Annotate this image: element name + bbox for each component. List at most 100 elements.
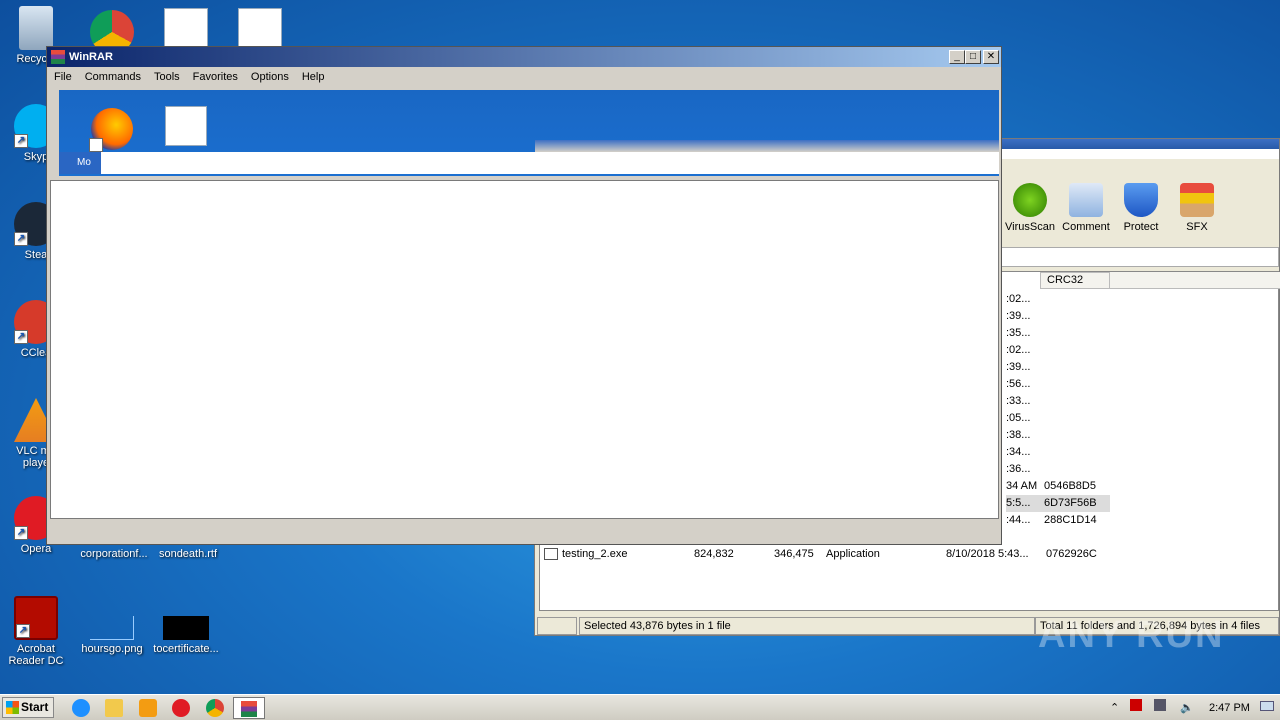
file-modified: 8/10/2018 5:43... <box>946 548 1029 560</box>
winrar-window[interactable]: WinRAR _ □ ✕ File Commands Tools Favorites O… <box>46 46 1002 545</box>
shortcut-arrow-icon: ↗ <box>14 526 28 540</box>
main-content-area[interactable] <box>50 180 999 519</box>
row-crc: 6D73F56B <box>1044 497 1097 509</box>
sfx-button[interactable]: SFX <box>1168 183 1226 233</box>
word-doc-icon[interactable] <box>164 8 208 48</box>
row-time: :44... <box>1006 514 1031 526</box>
menu-bar: File Commands Tools Favorites Options Help <box>47 67 1001 87</box>
comment-button[interactable]: Comment <box>1057 183 1115 233</box>
row-crc: 0546B8D5 <box>1044 480 1096 492</box>
table-row[interactable]: :02... <box>1006 291 1206 308</box>
table-row[interactable]: :39... <box>1006 359 1206 376</box>
chrome-icon[interactable] <box>206 699 224 717</box>
row-time: :34... <box>1006 446 1031 458</box>
taskbar: Start ⌃ 🔈 2:47 PM <box>0 694 1280 720</box>
stale-desktop-render: Mo <box>59 90 999 176</box>
status-selected: Selected 43,876 bytes in 1 file <box>579 617 1035 635</box>
comment-label: Comment <box>1062 221 1110 233</box>
show-desktop-icon[interactable] <box>1260 695 1278 720</box>
menu-favorites[interactable]: Favorites <box>186 67 244 87</box>
menu-commands[interactable]: Commands <box>78 67 147 87</box>
shield-icon <box>1124 183 1158 217</box>
table-row[interactable]: :44... 288C1D14 <box>1006 512 1206 529</box>
explorer-icon[interactable] <box>105 699 123 717</box>
table-row[interactable]: :35... <box>1006 325 1206 342</box>
table-row[interactable]: :02... <box>1006 342 1206 359</box>
row-time: 34 AM <box>1006 480 1038 492</box>
row-time: :05... <box>1006 412 1031 424</box>
minimize-button[interactable]: _ <box>949 50 965 64</box>
row-time: :39... <box>1006 310 1031 322</box>
network-warning-icon[interactable] <box>1130 695 1144 720</box>
ie-icon[interactable] <box>72 699 90 717</box>
crc32-column-header[interactable]: CRC32 <box>1040 272 1110 289</box>
inner-window-edge <box>535 140 999 152</box>
row-time: :36... <box>1006 463 1031 475</box>
window-title: WinRAR <box>69 51 113 63</box>
row-time: :02... <box>1006 293 1031 305</box>
sondeath-rtf-label: sondeath.rtf <box>158 548 218 560</box>
menu-file[interactable]: File <box>47 67 78 87</box>
menu-tools[interactable]: Tools <box>147 67 186 87</box>
winrar-logo-icon <box>51 50 65 64</box>
virusscan-icon <box>1013 183 1047 217</box>
file-type: Application <box>826 548 880 560</box>
row-time: :56... <box>1006 378 1031 390</box>
row-time: 5:5... <box>1006 497 1031 509</box>
shortcut-arrow-icon <box>89 138 103 152</box>
protect-button[interactable]: Protect <box>1112 183 1170 233</box>
comment-icon <box>1069 183 1103 217</box>
corporation-doc-icon[interactable]: corporationf... <box>74 548 154 560</box>
table-row[interactable]: 34 AM 0546B8D5 <box>1006 478 1206 495</box>
acrobat-icon[interactable]: ↗ Acrobat Reader DC <box>0 596 72 667</box>
file-size: 824,832 <box>694 548 734 560</box>
address-bar[interactable] <box>101 152 999 174</box>
media-player-icon[interactable] <box>139 699 157 717</box>
virusscan-button[interactable]: VirusScan <box>1001 183 1059 233</box>
winrar-taskbar-button[interactable] <box>233 697 265 719</box>
row-time: :02... <box>1006 344 1031 356</box>
close-button[interactable]: ✕ <box>983 50 999 64</box>
file-packed: 346,475 <box>774 548 814 560</box>
protect-label: Protect <box>1123 221 1159 233</box>
file-crc: 0762926C <box>1046 548 1097 560</box>
maximize-button[interactable]: □ <box>965 50 981 64</box>
row-time: :35... <box>1006 327 1031 339</box>
tray-expand-icon[interactable]: ⌃ <box>1110 695 1119 720</box>
virusscan-label: VirusScan <box>1005 221 1055 233</box>
volume-icon[interactable]: 🔈 <box>1180 695 1194 720</box>
bg-address-field[interactable] <box>1001 247 1279 267</box>
table-row[interactable]: :33... <box>1006 393 1206 410</box>
sondeath-rtf-icon[interactable]: sondeath.rtf <box>150 548 226 560</box>
table-row[interactable]: :34... <box>1006 444 1206 461</box>
tocertificate-icon[interactable]: tocertificate... <box>148 616 224 655</box>
menu-help[interactable]: Help <box>295 67 331 87</box>
tocertificate-label: tocertificate... <box>153 643 219 655</box>
table-row[interactable]: 5:5... 6D73F56B <box>1006 495 1206 512</box>
row-crc: 288C1D14 <box>1044 514 1097 526</box>
table-row[interactable]: :38... <box>1006 427 1206 444</box>
opera-icon[interactable] <box>172 699 190 717</box>
table-row[interactable]: :56... <box>1006 376 1206 393</box>
corporation-doc-label: corporationf... <box>80 548 148 560</box>
word-doc-icon[interactable] <box>238 8 282 48</box>
windows-logo-icon <box>6 701 19 714</box>
row-time: :38... <box>1006 429 1031 441</box>
shortcut-arrow-icon: ↗ <box>16 624 30 638</box>
hoursgo-png-icon[interactable]: hoursgo.png <box>74 616 150 655</box>
hoursgo-png-label: hoursgo.png <box>81 643 143 655</box>
row-time: :39... <box>1006 361 1031 373</box>
clock[interactable]: 2:47 PM <box>1209 695 1250 720</box>
table-row-testing-2[interactable]: testing_2.exe 824,832 346,475 Applicatio… <box>544 546 1104 563</box>
shortcut-arrow-icon: ↗ <box>14 330 28 344</box>
table-row[interactable]: :39... <box>1006 308 1206 325</box>
start-button[interactable]: Start <box>2 697 54 718</box>
table-row[interactable]: :36... <box>1006 461 1206 478</box>
sfx-label: SFX <box>1186 221 1208 233</box>
table-row[interactable]: :05... <box>1006 410 1206 427</box>
acrobat-label: Acrobat Reader DC <box>8 643 64 667</box>
network-icon[interactable] <box>1154 695 1168 720</box>
shortcut-arrow-icon: ↗ <box>14 134 28 148</box>
file-name: testing_2.exe <box>562 548 628 560</box>
menu-options[interactable]: Options <box>244 67 295 87</box>
